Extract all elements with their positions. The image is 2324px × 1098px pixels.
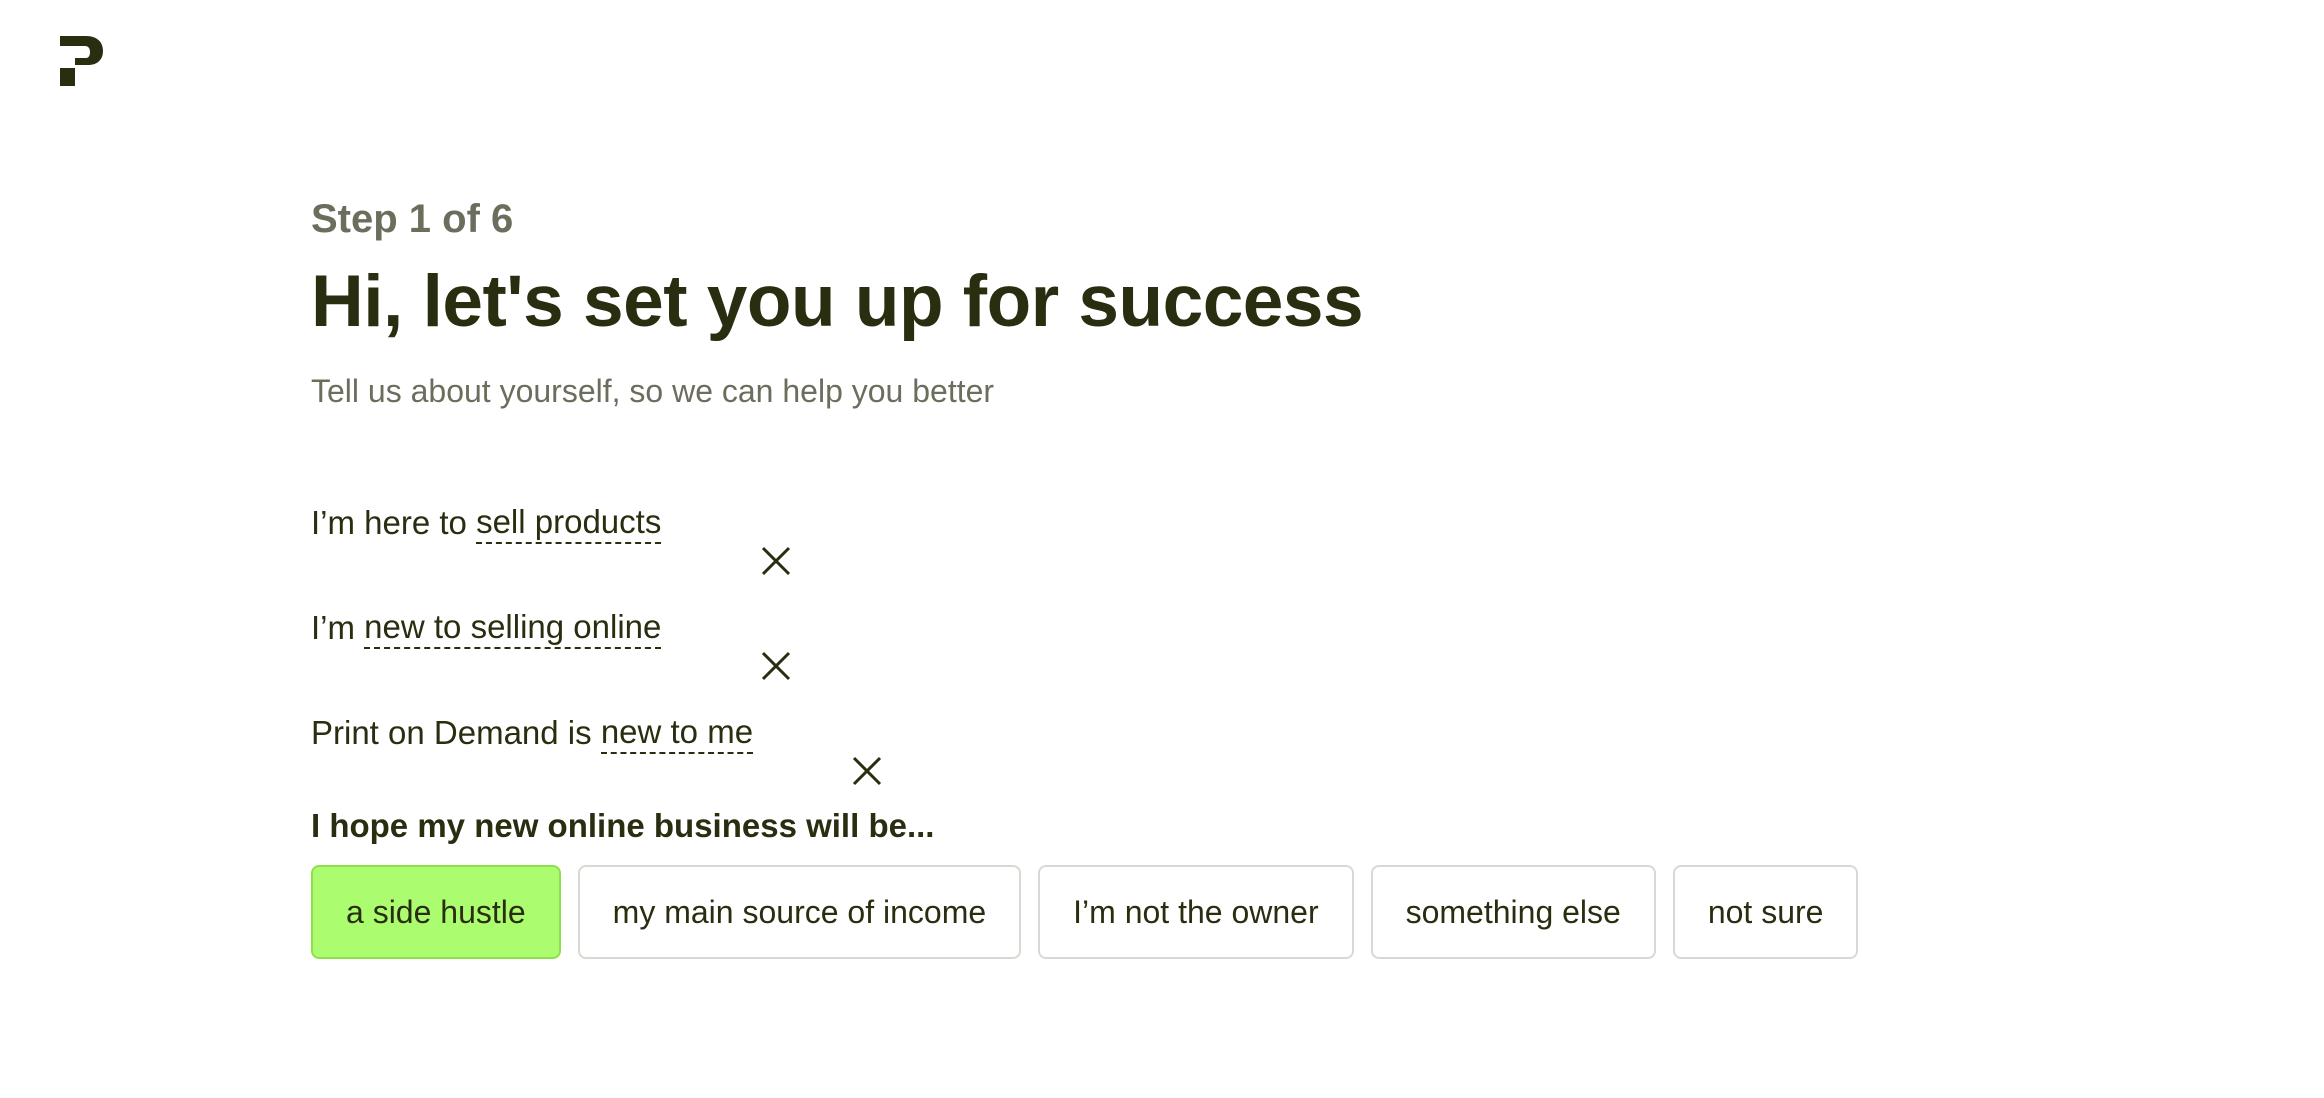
option-something-else[interactable]: something else xyxy=(1370,865,1656,959)
statement-prefix: I’m here to xyxy=(311,503,477,541)
step-indicator: Step 1 of 6 xyxy=(311,197,514,241)
statement-choice-dropdown[interactable]: new to me xyxy=(600,712,754,754)
statement-goal: I’m here to sell products xyxy=(311,470,1858,575)
statement-pod-familiarity: Print on Demand is new to me xyxy=(311,680,1858,785)
statement-experience: I’m new to selling online xyxy=(311,575,1858,680)
onboarding-form: Step 1 of 6 Hi, let's set you up for suc… xyxy=(311,190,1859,959)
statement-choice-dropdown[interactable]: sell products xyxy=(476,502,662,544)
option-not-owner[interactable]: I’m not the owner xyxy=(1038,865,1354,959)
answer-options: a side hustle my main source of income I… xyxy=(311,865,1859,959)
statement-prefix: I’m xyxy=(311,608,365,646)
close-icon[interactable] xyxy=(687,613,790,680)
printful-p-logo-icon xyxy=(60,36,103,86)
answered-statements: I’m here to sell products I’m new to sel… xyxy=(311,470,1858,785)
logo[interactable] xyxy=(60,34,104,86)
statement-prefix: Print on Demand is xyxy=(311,713,601,751)
close-icon[interactable] xyxy=(687,508,790,575)
question-label: I hope my new online business will be... xyxy=(311,807,935,844)
page-title: Hi, let's set you up for success xyxy=(311,261,1364,342)
page-subtitle: Tell us about yourself, so we can help y… xyxy=(311,373,995,409)
statement-choice-dropdown[interactable]: new to selling online xyxy=(364,607,662,649)
option-side-hustle[interactable]: a side hustle xyxy=(311,865,561,959)
option-main-income[interactable]: my main source of income xyxy=(577,865,1022,959)
option-not-sure[interactable]: not sure xyxy=(1672,865,1859,959)
close-icon[interactable] xyxy=(779,718,882,785)
